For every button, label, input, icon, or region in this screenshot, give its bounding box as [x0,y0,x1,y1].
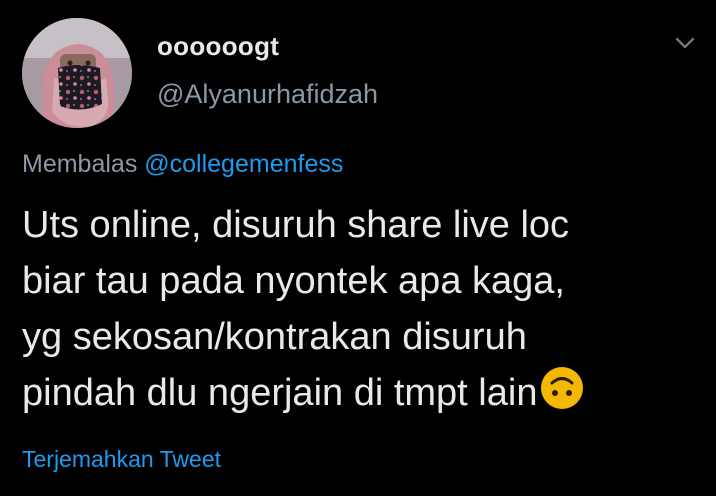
user-handle[interactable]: @Alyanurhafidzah [157,78,378,110]
tweet-text-line: yg sekosan/kontrakan disuruh [22,316,527,358]
reply-prefix: Membalas [22,150,145,178]
tweet-text: Uts online, disuruh share live loc biar … [22,197,702,421]
tweet-text-line-last: pindah dlu ngerjain di tmpt lain [22,365,702,421]
upside-down-face-emoji-icon [539,365,585,411]
tweet-text-line: pindah dlu ngerjain di tmpt lain [22,372,538,414]
translate-tweet-link[interactable]: Terjemahkan Tweet [22,445,221,473]
reply-context: Membalas @collegemenfess [22,149,343,179]
reply-mention-link[interactable]: @collegemenfess [144,150,343,178]
tweet-text-line: Uts online, disuruh share live loc [22,204,570,246]
avatar[interactable] [22,18,132,128]
chevron-down-icon[interactable] [672,33,698,53]
display-name[interactable]: oooooogt [157,31,279,61]
tweet-text-line: biar tau pada nyontek apa kaga, [22,260,565,302]
